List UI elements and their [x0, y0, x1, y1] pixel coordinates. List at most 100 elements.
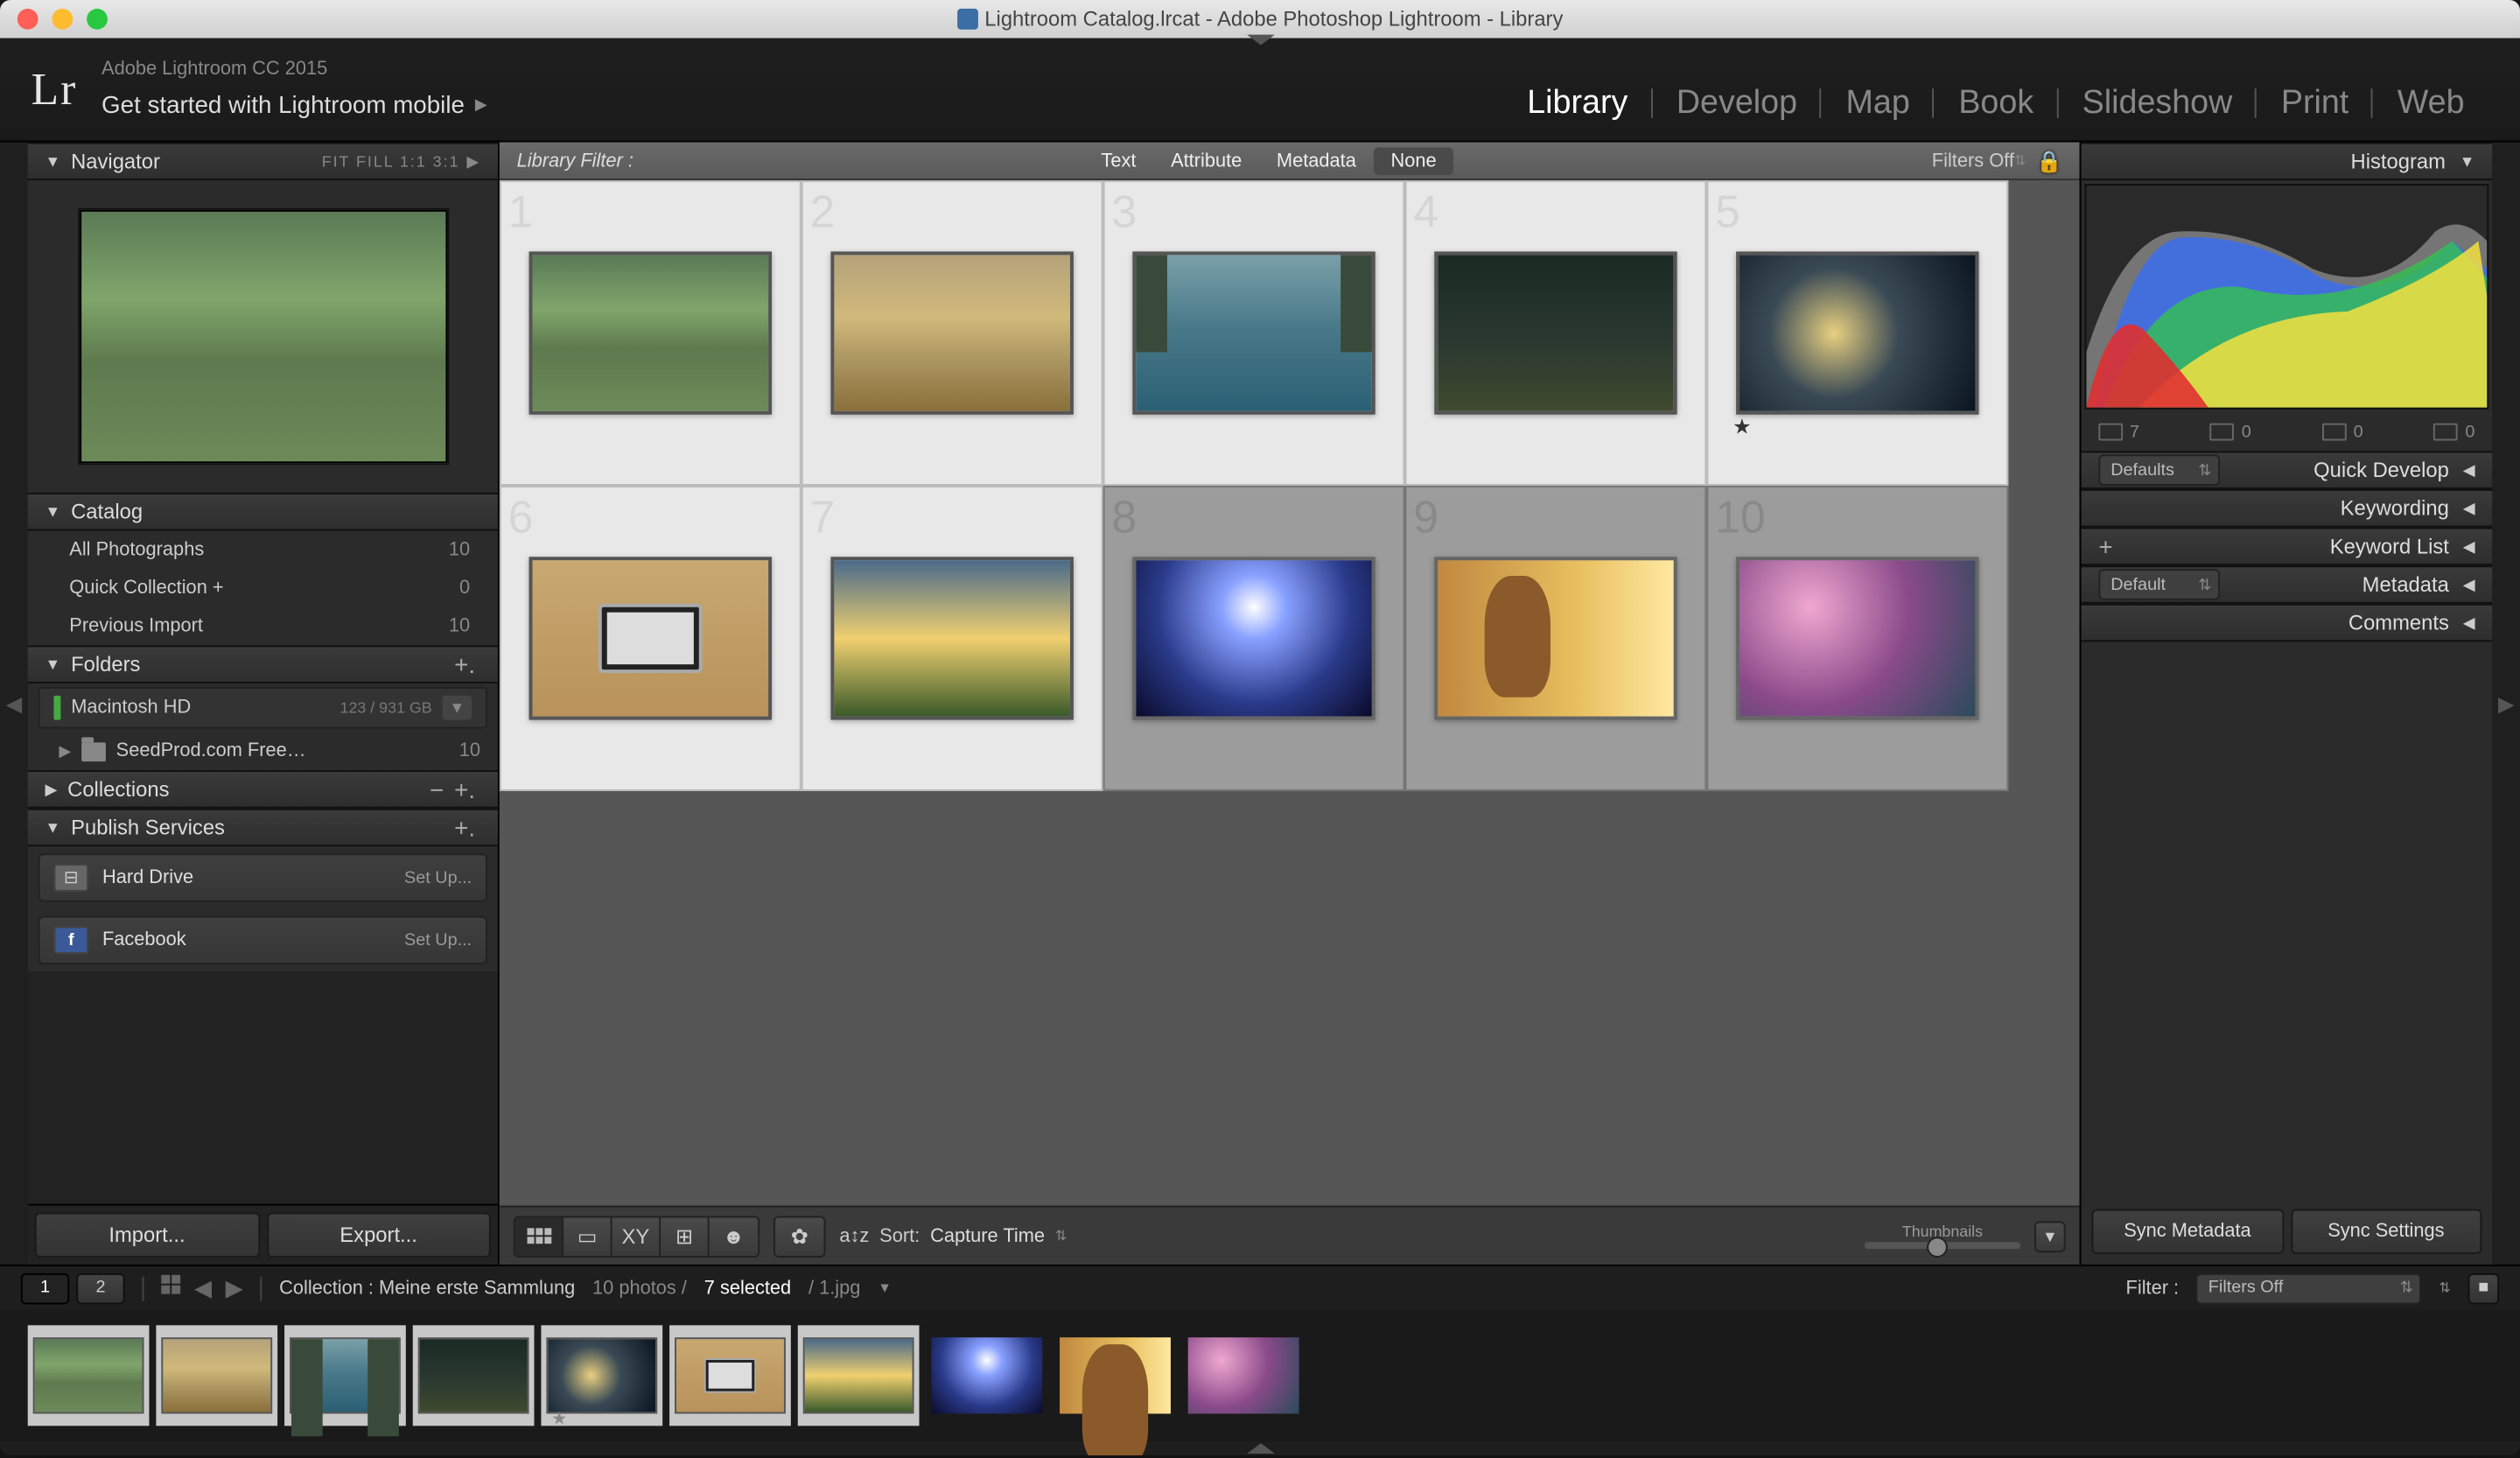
metadata-preset-select[interactable]: Default [2098, 569, 2220, 600]
module-web[interactable]: Web [2373, 85, 2488, 123]
navigator-preview[interactable] [28, 180, 498, 493]
navigator-zoom-options[interactable]: FIT FILL 1:1 3:1 [322, 152, 460, 170]
grid-cell[interactable]: 9 [1405, 486, 1707, 791]
monitor-1-button[interactable]: 1 [21, 1272, 69, 1304]
filmstrip-cell[interactable] [798, 1325, 920, 1426]
catalog-previous-import[interactable]: Previous Import10 [28, 607, 498, 646]
collection-path[interactable]: Collection : Meine erste Sammlung [279, 1278, 575, 1299]
identity-plate[interactable]: Get started with Lightroom mobile [102, 85, 465, 123]
chevron-down-icon[interactable]: ▼ [878, 1280, 892, 1296]
setup-link[interactable]: Set Up... [404, 930, 472, 950]
lock-icon[interactable]: 🔒 [2036, 148, 2062, 172]
filmstrip-cell[interactable] [1054, 1325, 1176, 1426]
publish-facebook[interactable]: f Facebook Set Up... [38, 916, 487, 964]
view-grid-button[interactable] [515, 1216, 564, 1255]
module-book[interactable]: Book [1935, 85, 2058, 123]
filters-off[interactable]: Filters Off [1932, 150, 2014, 171]
module-slideshow[interactable]: Slideshow [2058, 85, 2257, 123]
panel-metadata-header[interactable]: Default Metadata ◀ [2082, 565, 2493, 604]
folder-volume[interactable]: Macintosh HD 123 / 931 GB ▼ [38, 687, 487, 729]
panel-histogram-header[interactable]: Histogram ▼ [2082, 143, 2493, 181]
grid-cell[interactable]: 6 [500, 486, 802, 791]
right-edge-collapse[interactable]: ▶ [2492, 143, 2520, 1265]
module-library[interactable]: Library [1502, 85, 1652, 123]
add-keyword-icon[interactable]: + [2098, 533, 2112, 561]
grid-cell[interactable]: 3 [1103, 180, 1405, 486]
filter-select[interactable]: Filters Off [2196, 1272, 2422, 1304]
filmstrip-cell[interactable] [284, 1325, 406, 1426]
filmstrip-cell[interactable] [413, 1325, 535, 1426]
panel-quickdevelop-header[interactable]: Defaults Quick Develop ◀ [2082, 451, 2493, 489]
filmstrip-cell[interactable] [156, 1325, 277, 1426]
setup-link[interactable]: Set Up... [404, 868, 472, 887]
module-print[interactable]: Print [2257, 85, 2373, 123]
chevron-icon[interactable]: ⇅ [2014, 152, 2026, 168]
import-button[interactable]: Import... [35, 1212, 260, 1258]
publish-hard-drive[interactable]: ⊟ Hard Drive Set Up... [38, 853, 487, 901]
zoom-window-icon[interactable] [87, 9, 108, 30]
catalog-all-photos[interactable]: All Photographs10 [28, 531, 498, 570]
filter-tab-metadata[interactable]: Metadata [1259, 150, 1374, 171]
grid-cell[interactable]: 5★ [1706, 180, 2008, 486]
filmstrip[interactable]: ★ [0, 1309, 2520, 1441]
folder-item[interactable]: ▶ SeedProd.com Free… 10 [28, 732, 498, 770]
panel-comments-header[interactable]: Comments ◀ [2082, 604, 2493, 642]
filmstrip-cell[interactable] [926, 1325, 1047, 1426]
sort-value[interactable]: Capture Time [930, 1225, 1045, 1246]
filter-tab-attribute[interactable]: Attribute [1153, 150, 1259, 171]
view-people-button[interactable]: ☻ [710, 1216, 758, 1255]
view-compare-button[interactable]: XY [612, 1216, 661, 1255]
grid-cell[interactable]: 10 [1706, 486, 2008, 791]
view-loupe-button[interactable]: ▭ [564, 1216, 612, 1255]
grid-cell[interactable]: 4 [1405, 180, 1707, 486]
minimize-window-icon[interactable] [52, 9, 73, 30]
chevron-right-icon[interactable]: ▶ [466, 151, 480, 171]
sync-metadata-button[interactable]: Sync Metadata [2091, 1209, 2283, 1255]
panel-collections-header[interactable]: ▶ Collections − +. [28, 770, 498, 809]
sync-settings-button[interactable]: Sync Settings [2290, 1209, 2482, 1255]
grid-icon[interactable] [161, 1274, 180, 1302]
left-edge-collapse[interactable]: ◀ [0, 143, 28, 1265]
add-publish-icon[interactable]: +. [449, 814, 480, 842]
chevron-icon[interactable]: ⇅ [2439, 1280, 2450, 1296]
grid-cell[interactable]: 8 [1103, 486, 1405, 791]
panel-keywordlist-header[interactable]: + Keyword List ◀ [2082, 528, 2493, 566]
chevron-icon[interactable]: ⇅ [1055, 1228, 1067, 1244]
export-button[interactable]: Export... [266, 1212, 491, 1258]
module-develop[interactable]: Develop [1652, 85, 1822, 123]
close-window-icon[interactable] [18, 9, 38, 30]
view-survey-button[interactable]: ⊞ [661, 1216, 709, 1255]
add-folder-icon[interactable]: +. [449, 650, 480, 678]
filter-tab-none[interactable]: None [1374, 146, 1454, 174]
filmstrip-cell[interactable]: ★ [541, 1325, 662, 1426]
back-icon[interactable]: ◀ [194, 1274, 212, 1302]
panel-folders-header[interactable]: ▼ Folders +. [28, 645, 498, 683]
panel-catalog-header[interactable]: ▼ Catalog [28, 493, 498, 531]
toolbar-menu-button[interactable]: ▼ [2034, 1220, 2066, 1251]
panel-keywording-header[interactable]: Keywording ◀ [2082, 489, 2493, 528]
monitor-2-button[interactable]: 2 [76, 1272, 124, 1304]
filmstrip-cell[interactable] [1183, 1325, 1305, 1426]
forward-icon[interactable]: ▶ [226, 1274, 243, 1302]
thumbnail-size-slider[interactable] [1865, 1242, 2020, 1249]
panel-grip-icon[interactable] [1246, 35, 1274, 46]
panel-navigator-header[interactable]: ▼ Navigator FIT FILL 1:1 3:1 ▶ [28, 143, 498, 181]
filmstrip-cell[interactable] [669, 1325, 791, 1426]
module-map[interactable]: Map [1822, 85, 1935, 123]
grid-cell[interactable]: 7 [802, 486, 1103, 791]
panel-publish-header[interactable]: ▼ Publish Services +. [28, 809, 498, 847]
chevron-down-icon[interactable]: ▼ [443, 696, 472, 720]
grid-cell[interactable]: 2 [802, 180, 1103, 486]
minus-icon[interactable]: − [424, 775, 449, 803]
add-collection-icon[interactable]: +. [449, 775, 480, 803]
sort-direction-icon[interactable]: a↕z [839, 1225, 869, 1246]
grid-cell[interactable]: 1 [500, 180, 802, 486]
histogram-display[interactable] [2084, 184, 2488, 410]
filmstrip-grip-icon[interactable] [0, 1441, 2520, 1455]
filmstrip-cell[interactable] [28, 1325, 150, 1426]
filter-lock-button[interactable]: ■ [2468, 1272, 2500, 1304]
filter-tab-text[interactable]: Text [1084, 150, 1154, 171]
catalog-quick-collection[interactable]: Quick Collection +0 [28, 569, 498, 607]
preset-select[interactable]: Defaults [2098, 454, 2220, 486]
painter-tool-button[interactable]: ✿ [775, 1216, 823, 1255]
